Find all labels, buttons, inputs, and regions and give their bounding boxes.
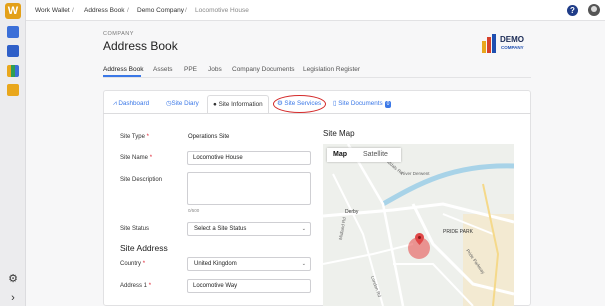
chevron-down-icon: ⌄ [301, 226, 306, 232]
site-name-label: Site Name * [120, 155, 152, 161]
site-name-input[interactable]: Locomotive House [187, 151, 311, 165]
site-description-label: Site Description [120, 177, 163, 183]
brand-name: DEMO [500, 35, 524, 44]
site-address-heading: Site Address [120, 243, 168, 253]
tab-site-diary-label: Site Diary [171, 100, 199, 107]
people-icon[interactable] [7, 65, 19, 77]
nav-ppe[interactable]: PPE [184, 66, 197, 73]
nav-address-book[interactable]: Address Book [103, 66, 143, 73]
expand-chevron-icon[interactable]: › [7, 292, 19, 304]
breadcrumb-separator: / [127, 7, 129, 14]
breadcrumb-work-wallet[interactable]: Work Wallet [35, 7, 70, 14]
company-brand-logo: DEMO COMPANY [480, 33, 540, 55]
required-marker: * [142, 261, 146, 267]
breadcrumb-address-book[interactable]: Address Book [84, 7, 124, 14]
map-label-pride-park: PRIDE PARK [443, 229, 473, 235]
required-marker: * [148, 283, 152, 289]
site-status-label: Site Status [120, 226, 150, 232]
chevron-down-icon: ⌄ [301, 261, 306, 267]
site-description-textarea[interactable] [187, 172, 311, 205]
required-marker: * [149, 155, 153, 161]
country-label: Country * [120, 261, 145, 267]
map-label-river: River Derwent [401, 171, 430, 176]
country-value: United Kingdom [194, 261, 237, 267]
map-button[interactable]: Map [327, 148, 353, 162]
site-type-value: Operations Site [188, 134, 230, 140]
settings-gear-icon[interactable]: ⚙ [7, 273, 19, 285]
nav-legislation-register[interactable]: Legislation Register [303, 66, 360, 73]
address1-input[interactable]: Locomotive Way [187, 279, 311, 293]
site-map[interactable]: River Derwent Derby PRIDE PARK Pride Par… [323, 144, 514, 306]
map-type-toggle: Map Satellite [327, 148, 401, 162]
tab-site-documents[interactable]: ▯ Site Documents 0 [333, 95, 392, 113]
highlight-annotation [273, 95, 326, 113]
address1-label: Address 1 * [120, 283, 151, 289]
site-name-label-text: Site Name [120, 155, 149, 161]
country-label-text: Country [120, 261, 142, 267]
tab-site-information-label: Site Information [218, 101, 263, 108]
user-avatar[interactable] [588, 4, 600, 16]
breadcrumb-demo-company[interactable]: Demo Company [137, 7, 184, 14]
map-roads [323, 144, 514, 306]
country-select[interactable]: United Kingdom ⌄ [187, 257, 311, 271]
dashboard-chart-icon: ⩘ [113, 100, 117, 107]
brand-sub: COMPANY [501, 45, 524, 50]
demo-company-logo-icon [482, 34, 496, 53]
documents-count-badge: 0 [384, 101, 392, 108]
nav-divider [103, 77, 531, 78]
satellite-button[interactable]: Satellite [357, 148, 394, 162]
map-label-derby: Derby [345, 209, 359, 215]
description-char-counter: 0/500 [188, 208, 200, 213]
documents-icon[interactable] [7, 45, 19, 57]
page-overline: COMPANY [103, 31, 134, 37]
site-status-value: Select a Site Status [194, 226, 247, 232]
site-type-label: Site Type * [120, 134, 149, 140]
sidebar: W ⚙ › [0, 0, 26, 306]
tabs-divider [103, 113, 531, 114]
page-title: Address Book [103, 39, 178, 53]
reports-icon[interactable] [7, 84, 19, 96]
address1-label-text: Address 1 [120, 283, 148, 289]
map-pin-icon[interactable] [415, 233, 424, 245]
document-icon: ▯ [333, 100, 337, 107]
help-question-icon[interactable]: ? [567, 5, 578, 16]
nav-assets[interactable]: Assets [153, 66, 173, 73]
nav-company-documents[interactable]: Company Documents [232, 66, 295, 73]
breadcrumb-separator: / [185, 7, 187, 14]
nav-jobs[interactable]: Jobs [208, 66, 222, 73]
top-bar: Work Wallet / Address Book / Demo Compan… [26, 0, 605, 21]
info-icon: ● [213, 101, 217, 108]
breadcrumb-current: Locomotive House [195, 7, 249, 14]
address-book-icon[interactable] [7, 26, 19, 38]
site-status-select[interactable]: Select a Site Status ⌄ [187, 222, 311, 236]
tab-dashboard[interactable]: ⩘ Dashboard [113, 95, 149, 113]
breadcrumb-separator: / [72, 7, 74, 14]
tab-site-documents-label: Site Documents [338, 100, 383, 107]
work-wallet-logo-icon[interactable]: W [5, 3, 21, 19]
site-map-title: Site Map [323, 129, 355, 138]
tab-site-diary[interactable]: ◷Site Diary [166, 95, 199, 113]
site-type-label-text: Site Type [120, 134, 145, 140]
required-marker: * [146, 134, 149, 140]
tab-site-information[interactable]: ● Site Information [207, 95, 269, 113]
tab-dashboard-label: Dashboard [118, 100, 150, 107]
